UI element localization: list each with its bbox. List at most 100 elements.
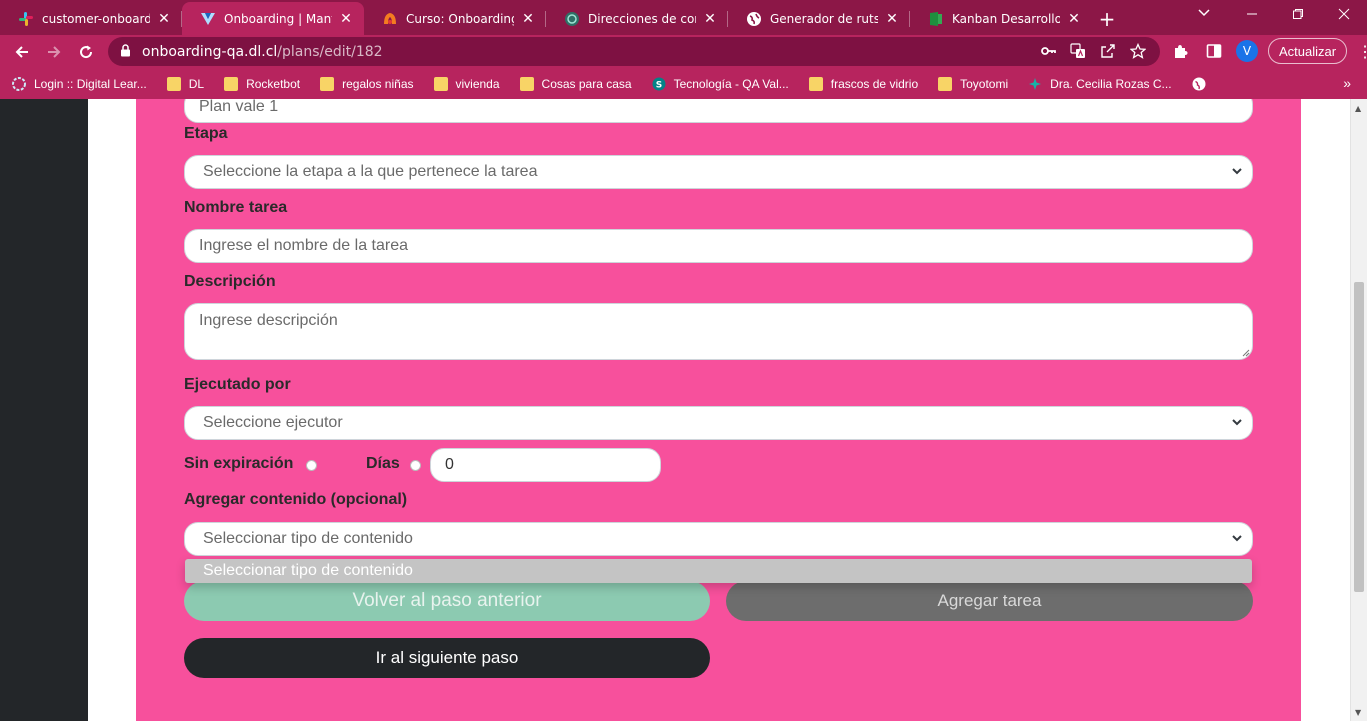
close-tab-icon[interactable]: ✕ (156, 11, 172, 27)
more-bookmarks-icon[interactable]: » (1343, 75, 1351, 91)
close-tab-icon[interactable]: ✕ (702, 11, 718, 27)
description-label: Descripción (184, 273, 276, 290)
more-menu-icon[interactable]: ⋮ (1357, 42, 1367, 61)
tab-title: Onboarding | Manten (224, 11, 332, 26)
bookmark-folder-frascos[interactable]: frascos de vidrio (808, 77, 919, 91)
key-icon[interactable] (1040, 43, 1056, 63)
bookmarks-bar: Login :: Digital Lear... DL Rocketbot re… (0, 69, 1367, 99)
scroll-up-icon[interactable]: ▲ (1355, 104, 1361, 113)
page-viewport: Plan vale 1 Etapa Seleccione la etapa a … (0, 99, 1367, 721)
close-tab-icon[interactable]: ✕ (884, 11, 900, 27)
tab-onboarding-mantenedor[interactable]: Onboarding | Manten ✕ (182, 2, 364, 35)
back-arrow-icon[interactable] (6, 36, 38, 68)
folder-icon (938, 77, 953, 91)
stage-select[interactable]: Seleccione la etapa a la que pertenece l… (184, 155, 1253, 189)
forward-arrow-icon[interactable] (38, 36, 70, 68)
bookmark-label: Login :: Digital Lear... (34, 77, 147, 91)
tab-title: customer-onboarding (42, 11, 150, 26)
content-type-select[interactable]: Seleccionar tipo de contenido (184, 522, 1253, 556)
tab-generador-ruts[interactable]: Generador de ruts chil ✕ (728, 2, 910, 35)
bookmark-folder-cosas-casa[interactable]: Cosas para casa (519, 77, 632, 91)
days-label: Días (366, 455, 400, 472)
tab-kanban-desarrollo[interactable]: Kanban Desarrollo - Pl ✕ (910, 2, 1092, 35)
content-type-select-value: Seleccionar tipo de contenido (203, 530, 413, 547)
update-button[interactable]: Actualizar (1268, 38, 1348, 64)
folder-icon (433, 77, 448, 91)
bookmark-folder-rocketbot[interactable]: Rocketbot (224, 77, 300, 91)
scroll-thumb[interactable] (1354, 282, 1364, 592)
bookmark-label: Cosas para casa (541, 77, 632, 91)
no-expiration-radio[interactable] (306, 460, 317, 471)
resize-grip-icon[interactable] (1242, 349, 1250, 357)
close-tab-icon[interactable]: ✕ (338, 11, 354, 27)
bookmark-label: frascos de vidrio (830, 77, 919, 91)
address-bar[interactable]: onboarding-qa.dl.cl/plans/edit/182 (108, 37, 1160, 66)
url-path: /plans/edit/182 (277, 43, 383, 60)
executor-label: Ejecutado por (184, 376, 291, 393)
tab-curso-onboarding[interactable]: Curso: Onboarding 3 ✕ (364, 2, 546, 35)
bookmark-dra-cecilia[interactable]: Dra. Cecilia Rozas C... (1028, 77, 1172, 91)
avatar[interactable]: V (1236, 40, 1258, 62)
add-task-button[interactable]: Agregar tarea (726, 581, 1253, 621)
executor-select[interactable]: Seleccione ejecutor (184, 406, 1253, 440)
side-panel-icon[interactable] (1202, 39, 1226, 63)
sharepoint-icon: S (652, 77, 666, 91)
description-textarea[interactable]: Ingrese descripción (184, 303, 1253, 360)
chevron-down-icon (1232, 419, 1242, 426)
tab-title: Direcciones de correo (588, 11, 696, 26)
tab-title: Generador de ruts chil (770, 11, 878, 26)
bookmark-login-digital-learning[interactable]: Login :: Digital Lear... (12, 77, 147, 91)
bookmark-folder-vivienda[interactable]: vivienda (433, 77, 500, 91)
page-scrollbar[interactable]: ▲ ▼ (1350, 99, 1367, 721)
stage-select-value: Seleccione la etapa a la que pertenece l… (203, 163, 538, 180)
bookmark-folder-toyotomi[interactable]: Toyotomi (938, 77, 1008, 91)
translate-icon[interactable] (1070, 43, 1086, 63)
days-radio[interactable] (410, 460, 421, 471)
restore-icon[interactable] (1275, 8, 1321, 24)
tab-search-icon[interactable] (1192, 6, 1216, 20)
content-type-option[interactable]: Seleccionar tipo de contenido (185, 559, 1252, 583)
bookmark-label: Toyotomi (960, 77, 1009, 91)
close-tab-icon[interactable]: ✕ (1066, 11, 1082, 27)
description-placeholder: Ingrese descripción (199, 312, 338, 329)
plan-name-input[interactable]: Plan vale 1 (184, 99, 1253, 123)
lock-icon[interactable] (120, 43, 132, 60)
executor-select-value: Seleccione ejecutor (203, 414, 343, 431)
dl-logo-icon (12, 77, 26, 91)
bookmark-label: Dra. Cecilia Rozas C... (1050, 77, 1172, 91)
globe-icon (746, 11, 762, 27)
tab-title: Curso: Onboarding 3 (406, 11, 514, 26)
tab-direcciones-correo[interactable]: Direcciones de correo ✕ (546, 2, 728, 35)
bookmark-folder-dl[interactable]: DL (166, 77, 204, 91)
back-step-button[interactable]: Volver al paso anterior (184, 581, 710, 621)
tab-strip: customer-onboarding ✕ Onboarding | Mante… (0, 0, 1367, 35)
email-gen-icon (564, 11, 580, 27)
window-controls (1229, 0, 1367, 32)
task-name-input[interactable]: Ingrese el nombre de la tarea (184, 229, 1253, 263)
tab-title: Kanban Desarrollo - Pl (952, 11, 1060, 26)
app-sidebar (0, 99, 88, 721)
folder-icon (808, 77, 823, 91)
globe-icon (1192, 77, 1206, 91)
close-tab-icon[interactable]: ✕ (520, 11, 536, 27)
bookmark-label: regalos niñas (342, 77, 414, 91)
reload-icon[interactable] (70, 36, 102, 68)
new-tab-button[interactable]: + (1092, 2, 1122, 35)
bookmark-globe[interactable] (1192, 77, 1214, 91)
folder-icon (320, 77, 335, 91)
folder-icon (224, 77, 239, 91)
days-input[interactable]: 0 (430, 448, 661, 482)
next-step-button[interactable]: Ir al siguiente paso (184, 638, 710, 678)
bookmark-label: vivienda (455, 77, 500, 91)
bookmark-star-icon[interactable] (1129, 42, 1147, 63)
share-icon[interactable] (1100, 43, 1116, 63)
plan-task-form: Plan vale 1 Etapa Seleccione la etapa a … (136, 99, 1301, 721)
extensions-icon[interactable] (1168, 39, 1192, 63)
minimize-icon[interactable] (1229, 8, 1275, 24)
bookmark-tecnologia-qa[interactable]: S Tecnología - QA Val... (652, 77, 789, 91)
close-window-icon[interactable] (1321, 8, 1367, 24)
content-label: Agregar contenido (opcional) (184, 491, 408, 508)
tab-customer-onboarding[interactable]: customer-onboarding ✕ (0, 2, 182, 35)
scroll-down-icon[interactable]: ▼ (1355, 708, 1361, 717)
bookmark-folder-regalos[interactable]: regalos niñas (320, 77, 414, 91)
